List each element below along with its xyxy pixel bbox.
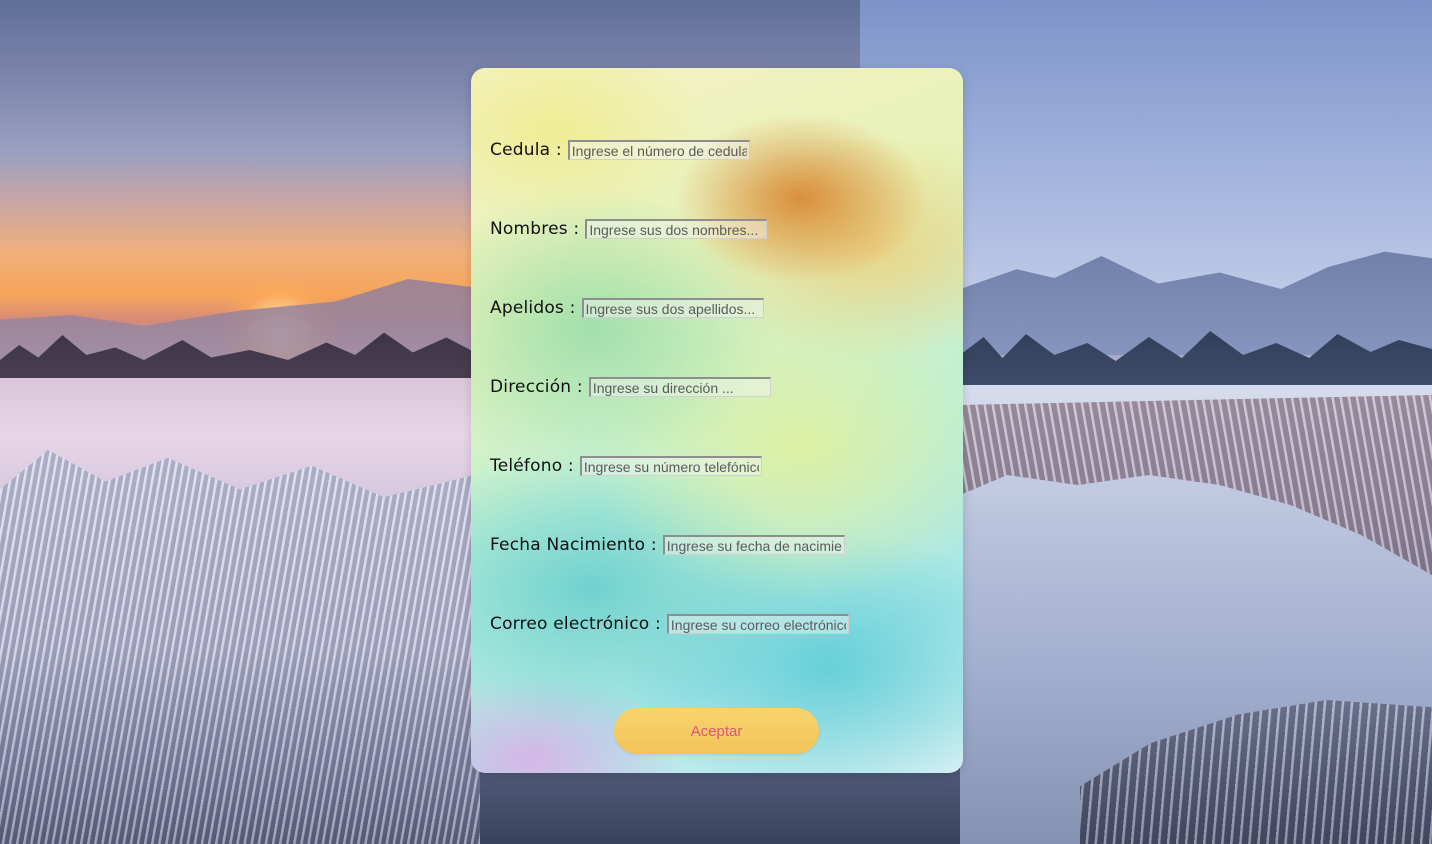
correo-label: Correo electrónico : (490, 614, 661, 634)
correo-input[interactable] (666, 614, 849, 634)
direccion-label: Dirección : (490, 377, 583, 397)
fecha-nacimiento-input[interactable] (662, 535, 845, 555)
nombres-input[interactable] (585, 219, 768, 239)
aceptar-button[interactable]: Aceptar (614, 708, 819, 754)
nombres-label: Nombres : (490, 219, 580, 239)
cedula-row: Cedula : (490, 140, 750, 160)
direccion-row: Dirección : (490, 377, 771, 397)
apellidos-row: Apelidos : (490, 298, 764, 318)
apellidos-input[interactable] (581, 298, 764, 318)
fecha-nacimiento-label: Fecha Nacimiento : (490, 535, 657, 555)
registration-form: Cedula : Nombres : Apelidos : Dirección … (471, 68, 963, 773)
telefono-row: Teléfono : (490, 456, 762, 476)
cedula-label: Cedula : (490, 140, 562, 160)
direccion-input[interactable] (588, 377, 771, 397)
telefono-input[interactable] (579, 456, 762, 476)
fecha-nacimiento-row: Fecha Nacimiento : (490, 535, 845, 555)
apellidos-label: Apelidos : (490, 298, 576, 318)
correo-row: Correo electrónico : (490, 614, 849, 634)
telefono-label: Teléfono : (490, 456, 574, 476)
cedula-input[interactable] (567, 140, 750, 160)
frosted-reeds-left (0, 450, 480, 844)
nombres-row: Nombres : (490, 219, 768, 239)
